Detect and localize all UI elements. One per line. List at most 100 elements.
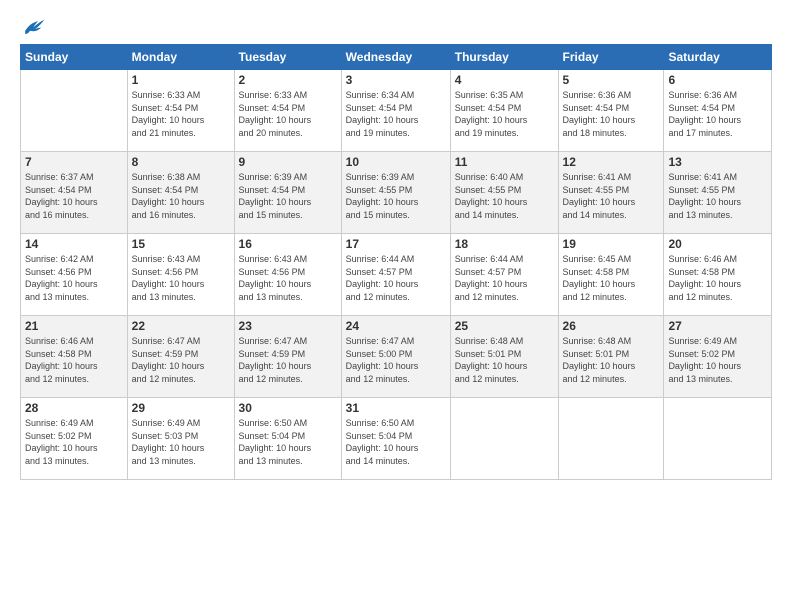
day-info: Sunrise: 6:49 AM Sunset: 5:03 PM Dayligh… (132, 417, 230, 467)
day-number: 6 (668, 73, 767, 87)
calendar-cell: 6 Sunrise: 6:36 AM Sunset: 4:54 PM Daylig… (664, 70, 772, 152)
calendar-cell: 15Sunrise: 6:43 AM Sunset: 4:56 PM Dayli… (127, 234, 234, 316)
day-number: 28 (25, 401, 123, 415)
calendar-cell: 26 Sunrise: 6:48 AM Sunset: 5:01 PM Dayli… (558, 316, 664, 398)
calendar-cell: 5 Sunrise: 6:36 AM Sunset: 4:54 PM Daylig… (558, 70, 664, 152)
day-info: Sunrise: 6:39 AM Sunset: 4:55 PM Dayligh… (346, 171, 446, 221)
calendar-cell: 16Sunrise: 6:43 AM Sunset: 4:56 PM Dayli… (234, 234, 341, 316)
day-info: Sunrise: 6:42 AM Sunset: 4:56 PM Dayligh… (25, 253, 123, 303)
calendar-week-row: 28 Sunrise: 6:49 AM Sunset: 5:02 PM Dayli… (21, 398, 772, 480)
weekday-header: Tuesday (234, 45, 341, 70)
calendar-cell (558, 398, 664, 480)
day-number: 20 (668, 237, 767, 251)
calendar-header-row: SundayMondayTuesdayWednesdayThursdayFrid… (21, 45, 772, 70)
day-number: 1 (132, 73, 230, 87)
calendar-cell: 8Sunrise: 6:38 AM Sunset: 4:54 PM Daylig… (127, 152, 234, 234)
calendar-cell: 3 Sunrise: 6:34 AM Sunset: 4:54 PM Daylig… (341, 70, 450, 152)
day-number: 25 (455, 319, 554, 333)
day-info: Sunrise: 6:34 AM Sunset: 4:54 PM Dayligh… (346, 89, 446, 139)
calendar-cell (21, 70, 128, 152)
day-number: 27 (668, 319, 767, 333)
logo (20, 16, 46, 36)
day-info: Sunrise: 6:48 AM Sunset: 5:01 PM Dayligh… (455, 335, 554, 385)
calendar-cell (450, 398, 558, 480)
day-info: Sunrise: 6:49 AM Sunset: 5:02 PM Dayligh… (25, 417, 123, 467)
calendar-cell: 4 Sunrise: 6:35 AM Sunset: 4:54 PM Daylig… (450, 70, 558, 152)
day-info: Sunrise: 6:49 AM Sunset: 5:02 PM Dayligh… (668, 335, 767, 385)
calendar-cell: 18 Sunrise: 6:44 AM Sunset: 4:57 PM Dayli… (450, 234, 558, 316)
calendar-week-row: 21 Sunrise: 6:46 AM Sunset: 4:58 PM Dayli… (21, 316, 772, 398)
weekday-header: Friday (558, 45, 664, 70)
calendar-cell: 30 Sunrise: 6:50 AM Sunset: 5:04 PM Dayli… (234, 398, 341, 480)
day-number: 9 (239, 155, 337, 169)
day-number: 23 (239, 319, 337, 333)
calendar-cell: 7Sunrise: 6:37 AM Sunset: 4:54 PM Daylig… (21, 152, 128, 234)
calendar-cell: 2 Sunrise: 6:33 AM Sunset: 4:54 PM Daylig… (234, 70, 341, 152)
day-number: 24 (346, 319, 446, 333)
calendar-cell: 11Sunrise: 6:40 AM Sunset: 4:55 PM Dayli… (450, 152, 558, 234)
calendar-cell: 20 Sunrise: 6:46 AM Sunset: 4:58 PM Dayli… (664, 234, 772, 316)
day-number: 21 (25, 319, 123, 333)
day-info: Sunrise: 6:48 AM Sunset: 5:01 PM Dayligh… (563, 335, 660, 385)
calendar-cell: 12 Sunrise: 6:41 AM Sunset: 4:55 PM Dayli… (558, 152, 664, 234)
day-info: Sunrise: 6:41 AM Sunset: 4:55 PM Dayligh… (668, 171, 767, 221)
calendar-week-row: 1 Sunrise: 6:33 AM Sunset: 4:54 PM Daylig… (21, 70, 772, 152)
day-info: Sunrise: 6:50 AM Sunset: 5:04 PM Dayligh… (239, 417, 337, 467)
calendar-cell: 14Sunrise: 6:42 AM Sunset: 4:56 PM Dayli… (21, 234, 128, 316)
logo-bird-icon (22, 16, 46, 36)
weekday-header: Thursday (450, 45, 558, 70)
day-info: Sunrise: 6:47 AM Sunset: 4:59 PM Dayligh… (132, 335, 230, 385)
calendar-cell: 31 Sunrise: 6:50 AM Sunset: 5:04 PM Dayli… (341, 398, 450, 480)
day-info: Sunrise: 6:50 AM Sunset: 5:04 PM Dayligh… (346, 417, 446, 467)
calendar-cell: 27 Sunrise: 6:49 AM Sunset: 5:02 PM Dayli… (664, 316, 772, 398)
page: SundayMondayTuesdayWednesdayThursdayFrid… (0, 0, 792, 612)
day-number: 19 (563, 237, 660, 251)
day-number: 2 (239, 73, 337, 87)
calendar-cell: 1 Sunrise: 6:33 AM Sunset: 4:54 PM Daylig… (127, 70, 234, 152)
day-info: Sunrise: 6:47 AM Sunset: 4:59 PM Dayligh… (239, 335, 337, 385)
weekday-header: Sunday (21, 45, 128, 70)
day-info: Sunrise: 6:46 AM Sunset: 4:58 PM Dayligh… (25, 335, 123, 385)
weekday-header: Saturday (664, 45, 772, 70)
calendar-cell: 13 Sunrise: 6:41 AM Sunset: 4:55 PM Dayli… (664, 152, 772, 234)
day-info: Sunrise: 6:43 AM Sunset: 4:56 PM Dayligh… (132, 253, 230, 303)
day-number: 12 (563, 155, 660, 169)
day-number: 13 (668, 155, 767, 169)
day-info: Sunrise: 6:41 AM Sunset: 4:55 PM Dayligh… (563, 171, 660, 221)
day-number: 22 (132, 319, 230, 333)
day-number: 31 (346, 401, 446, 415)
day-info: Sunrise: 6:44 AM Sunset: 4:57 PM Dayligh… (346, 253, 446, 303)
day-number: 3 (346, 73, 446, 87)
day-number: 5 (563, 73, 660, 87)
day-number: 17 (346, 237, 446, 251)
day-info: Sunrise: 6:37 AM Sunset: 4:54 PM Dayligh… (25, 171, 123, 221)
day-info: Sunrise: 6:33 AM Sunset: 4:54 PM Dayligh… (132, 89, 230, 139)
weekday-header: Monday (127, 45, 234, 70)
calendar-cell: 10 Sunrise: 6:39 AM Sunset: 4:55 PM Dayli… (341, 152, 450, 234)
day-info: Sunrise: 6:36 AM Sunset: 4:54 PM Dayligh… (563, 89, 660, 139)
day-info: Sunrise: 6:35 AM Sunset: 4:54 PM Dayligh… (455, 89, 554, 139)
day-info: Sunrise: 6:44 AM Sunset: 4:57 PM Dayligh… (455, 253, 554, 303)
day-number: 26 (563, 319, 660, 333)
day-info: Sunrise: 6:33 AM Sunset: 4:54 PM Dayligh… (239, 89, 337, 139)
calendar-table: SundayMondayTuesdayWednesdayThursdayFrid… (20, 44, 772, 480)
calendar-cell: 23 Sunrise: 6:47 AM Sunset: 4:59 PM Dayli… (234, 316, 341, 398)
calendar-cell: 9Sunrise: 6:39 AM Sunset: 4:54 PM Daylig… (234, 152, 341, 234)
day-number: 18 (455, 237, 554, 251)
day-number: 10 (346, 155, 446, 169)
weekday-header: Wednesday (341, 45, 450, 70)
day-number: 4 (455, 73, 554, 87)
calendar-cell: 28 Sunrise: 6:49 AM Sunset: 5:02 PM Dayli… (21, 398, 128, 480)
day-number: 30 (239, 401, 337, 415)
calendar-cell: 22 Sunrise: 6:47 AM Sunset: 4:59 PM Dayli… (127, 316, 234, 398)
calendar-cell: 17 Sunrise: 6:44 AM Sunset: 4:57 PM Dayli… (341, 234, 450, 316)
day-number: 8 (132, 155, 230, 169)
day-info: Sunrise: 6:43 AM Sunset: 4:56 PM Dayligh… (239, 253, 337, 303)
calendar-week-row: 7Sunrise: 6:37 AM Sunset: 4:54 PM Daylig… (21, 152, 772, 234)
header (20, 16, 772, 36)
day-info: Sunrise: 6:36 AM Sunset: 4:54 PM Dayligh… (668, 89, 767, 139)
calendar-cell (664, 398, 772, 480)
calendar-cell: 24Sunrise: 6:47 AM Sunset: 5:00 PM Dayli… (341, 316, 450, 398)
calendar-cell: 29Sunrise: 6:49 AM Sunset: 5:03 PM Dayli… (127, 398, 234, 480)
day-info: Sunrise: 6:46 AM Sunset: 4:58 PM Dayligh… (668, 253, 767, 303)
